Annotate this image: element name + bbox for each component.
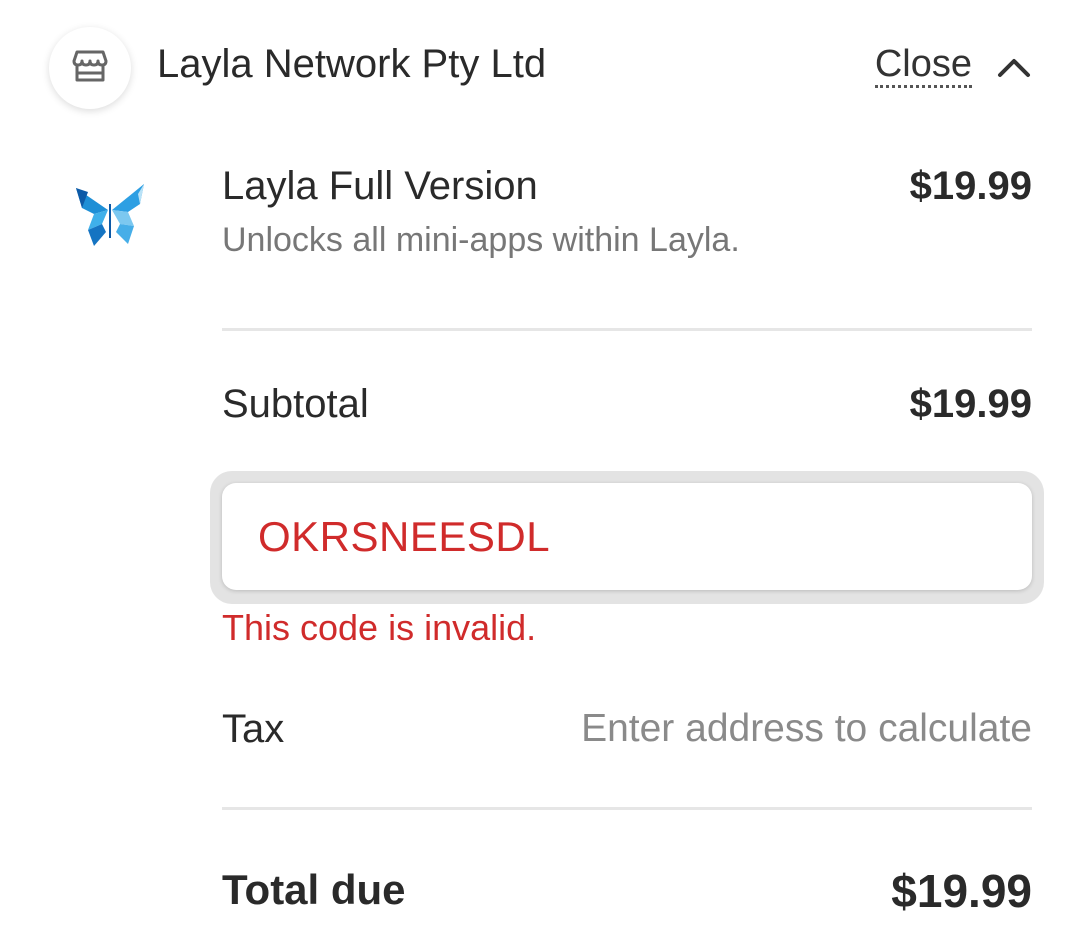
- total-due-value: $19.99: [891, 865, 1032, 917]
- promo-code-error: This code is invalid.: [222, 607, 537, 648]
- promo-code-input[interactable]: [222, 483, 1032, 590]
- tax-label: Tax: [222, 707, 285, 751]
- close-summary-button[interactable]: Close: [874, 45, 1032, 88]
- chevron-up-icon[interactable]: [996, 55, 1032, 79]
- subtotal-label: Subtotal: [222, 382, 369, 426]
- product-description: Unlocks all mini-apps within Layla.: [222, 221, 740, 259]
- promo-code-field-wrapper: [210, 471, 1044, 604]
- butterfly-logo-icon: [72, 180, 150, 252]
- tax-value: Enter address to calculate: [581, 707, 1032, 750]
- order-summary-panel: Layla Network Pty Ltd Close Layla Full V…: [0, 0, 1080, 925]
- product-name: Layla Full Version: [222, 164, 538, 208]
- merchant-avatar: [49, 27, 131, 109]
- store-icon: [70, 46, 110, 91]
- close-label[interactable]: Close: [874, 45, 972, 88]
- divider: [222, 328, 1032, 331]
- merchant-name: Layla Network Pty Ltd: [157, 42, 547, 86]
- product-price: $19.99: [909, 164, 1032, 208]
- subtotal-value: $19.99: [909, 382, 1032, 426]
- divider: [222, 807, 1032, 810]
- total-due-label: Total due: [222, 866, 406, 913]
